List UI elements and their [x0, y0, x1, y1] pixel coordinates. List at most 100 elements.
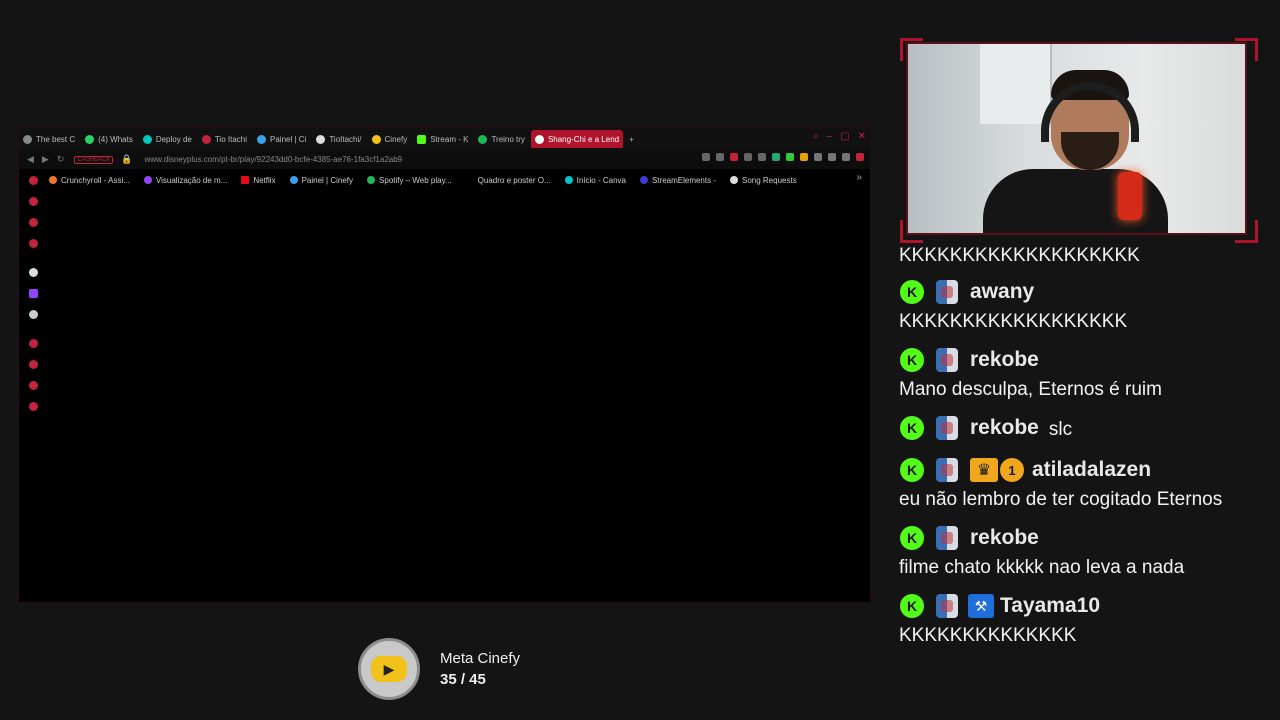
tab[interactable]: Treino try	[474, 130, 529, 148]
spotify-icon	[478, 134, 488, 144]
maximize-icon[interactable]: ▢	[840, 131, 849, 142]
extension-icon[interactable]	[744, 153, 752, 161]
kick-badge-icon: K	[900, 594, 924, 618]
chat-message-text: filme chato kkkkk nao leva a nada	[899, 557, 1185, 578]
kick-icon	[417, 134, 427, 144]
chat-message-header: K rekobe slc	[899, 411, 1269, 445]
sidebar-app-icon[interactable]	[28, 381, 38, 390]
hammer-badge-icon: ⚒	[968, 594, 994, 618]
canva-icon	[564, 176, 573, 184]
sidebar-app-icon[interactable]	[28, 176, 38, 185]
window-controls: ⌕ – ▢ ✕	[813, 131, 866, 142]
close-icon[interactable]: ✕	[858, 131, 866, 142]
sidebar-app-icon[interactable]	[28, 339, 38, 348]
crunchyroll-icon	[49, 176, 57, 184]
bookmark[interactable]: Início - Canva	[564, 176, 626, 185]
bookmark[interactable]: Visualização de m...	[143, 176, 227, 185]
url-field[interactable]: www.disneyplus.com/pt-br/play/92243dd0-b…	[145, 155, 403, 164]
chat-message-text: KKKKKKKKKKKKKKKKKKK	[899, 245, 1140, 266]
sidebar-app-icon[interactable]	[28, 360, 38, 369]
tab[interactable]: The best C	[19, 130, 79, 148]
bookmark[interactable]: Crunchyroll - Assi...	[49, 176, 130, 185]
reload-icon[interactable]: ↻	[57, 154, 65, 165]
webcam-feed	[906, 42, 1247, 235]
forward-icon[interactable]: ▶	[42, 154, 49, 165]
chat-message-header: K rekobe	[899, 521, 1269, 555]
chat-message-text: slc	[1048, 419, 1073, 440]
tab[interactable]: Tio Itachi	[198, 130, 251, 148]
bookmark[interactable]: StreamElements -	[639, 176, 716, 185]
extension-icon[interactable]	[814, 153, 822, 161]
tab-favicon-icon	[23, 134, 32, 144]
tab-bar: The best C (4) Whats Deploy de Tio Itach…	[19, 128, 870, 150]
cinefy-logo-icon: ▶	[358, 638, 420, 700]
cinefy-icon	[289, 176, 298, 184]
cashback-badge[interactable]: CASHBACK	[74, 155, 114, 164]
chat-message-header: K awany	[899, 275, 1269, 309]
sidebar-app-icon[interactable]	[28, 218, 38, 227]
webcam-frame-corner	[1235, 38, 1258, 61]
play-icon: ▶	[371, 656, 407, 682]
moderator-badge-icon	[936, 458, 958, 482]
minimize-icon[interactable]: –	[827, 131, 833, 142]
bookmark[interactable]: Painel | Cinefy	[289, 176, 353, 185]
goal-widget: ▶ Meta Cinefy 35 / 45	[358, 638, 520, 700]
sidebar-app-icon[interactable]	[28, 197, 38, 206]
bookmarks-more-icon[interactable]: »	[856, 172, 862, 183]
bookmark[interactable]: Netflix	[241, 176, 276, 185]
back-icon[interactable]: ◀	[27, 154, 34, 165]
kick-badge-icon: K	[900, 348, 924, 372]
extension-icon[interactable]	[772, 153, 780, 161]
bookmark[interactable]: Quadro e poster O...	[465, 176, 551, 185]
tab[interactable]: (4) Whats	[81, 130, 137, 148]
tab[interactable]: Cinefy	[368, 130, 412, 148]
tab-active[interactable]: Shang-Chi e a Lend	[530, 130, 624, 148]
chat-message-header: K ♛ 1 atiladalazen	[899, 453, 1269, 487]
tab[interactable]: Painel | Ci	[253, 130, 310, 148]
tab-favicon-icon	[257, 134, 267, 144]
chat-username: Tayama10	[1000, 594, 1101, 617]
search-tabs-icon[interactable]: ⌕	[813, 131, 819, 142]
extension-icon[interactable]	[716, 153, 724, 161]
chat-username: rekobe	[970, 348, 1039, 371]
extension-icon[interactable]	[702, 153, 710, 161]
lock-icon: 🔒	[121, 154, 133, 164]
kick-badge-icon: K	[900, 416, 924, 440]
chat-username: atiladalazen	[1032, 458, 1152, 481]
kick-badge-icon: K	[900, 526, 924, 550]
chat-message-header: K ⚒ Tayama10	[899, 589, 1269, 623]
tab[interactable]: Deploy de	[139, 130, 196, 148]
tab[interactable]: Stream - K	[413, 130, 472, 148]
extension-icon[interactable]	[758, 153, 766, 161]
extension-icon[interactable]	[786, 153, 794, 161]
bookmark[interactable]: Song Requests	[730, 176, 797, 185]
streamelements-icon	[639, 176, 648, 184]
chat-message-header: K rekobe	[899, 343, 1269, 377]
extension-icon[interactable]	[828, 153, 836, 161]
extension-icon[interactable]	[730, 153, 738, 161]
bookmark-favicon-icon	[465, 176, 474, 184]
extension-icon[interactable]	[856, 153, 864, 161]
extension-icon[interactable]	[800, 153, 808, 161]
sidebar-app-icon[interactable]	[28, 268, 38, 277]
bookmarks-bar: Crunchyroll - Assi... Visualização de m.…	[19, 171, 870, 189]
moderator-badge-icon	[936, 594, 958, 618]
crown-badge-icon: ♛	[970, 458, 998, 482]
settings-icon[interactable]	[28, 402, 38, 411]
video-player[interactable]	[47, 192, 868, 600]
x-icon[interactable]	[28, 310, 38, 319]
chat-message-text: eu não lembro de ter cogitado Eternos	[899, 489, 1223, 510]
extension-icon[interactable]	[842, 153, 850, 161]
new-tab-button[interactable]: +	[625, 130, 638, 148]
tab[interactable]: TioItachi/	[312, 130, 365, 148]
github-icon	[316, 134, 326, 144]
chat-username: rekobe	[970, 416, 1039, 439]
extensions-bar	[702, 153, 864, 161]
sidebar-app-icon[interactable]	[28, 239, 38, 248]
chat-username: awany	[970, 280, 1035, 303]
bookmark[interactable]: Spotify – Web play...	[367, 176, 452, 185]
kick-badge-icon: K	[900, 458, 924, 482]
chat-message-text: KKKKKKKKKKKKKKKKKK	[899, 311, 1128, 332]
chat-overlay: KKKKKKKKKKKKKKKKKKK K awany KKKKKKKKKKKK…	[899, 245, 1269, 715]
twitch-icon[interactable]	[28, 289, 38, 298]
